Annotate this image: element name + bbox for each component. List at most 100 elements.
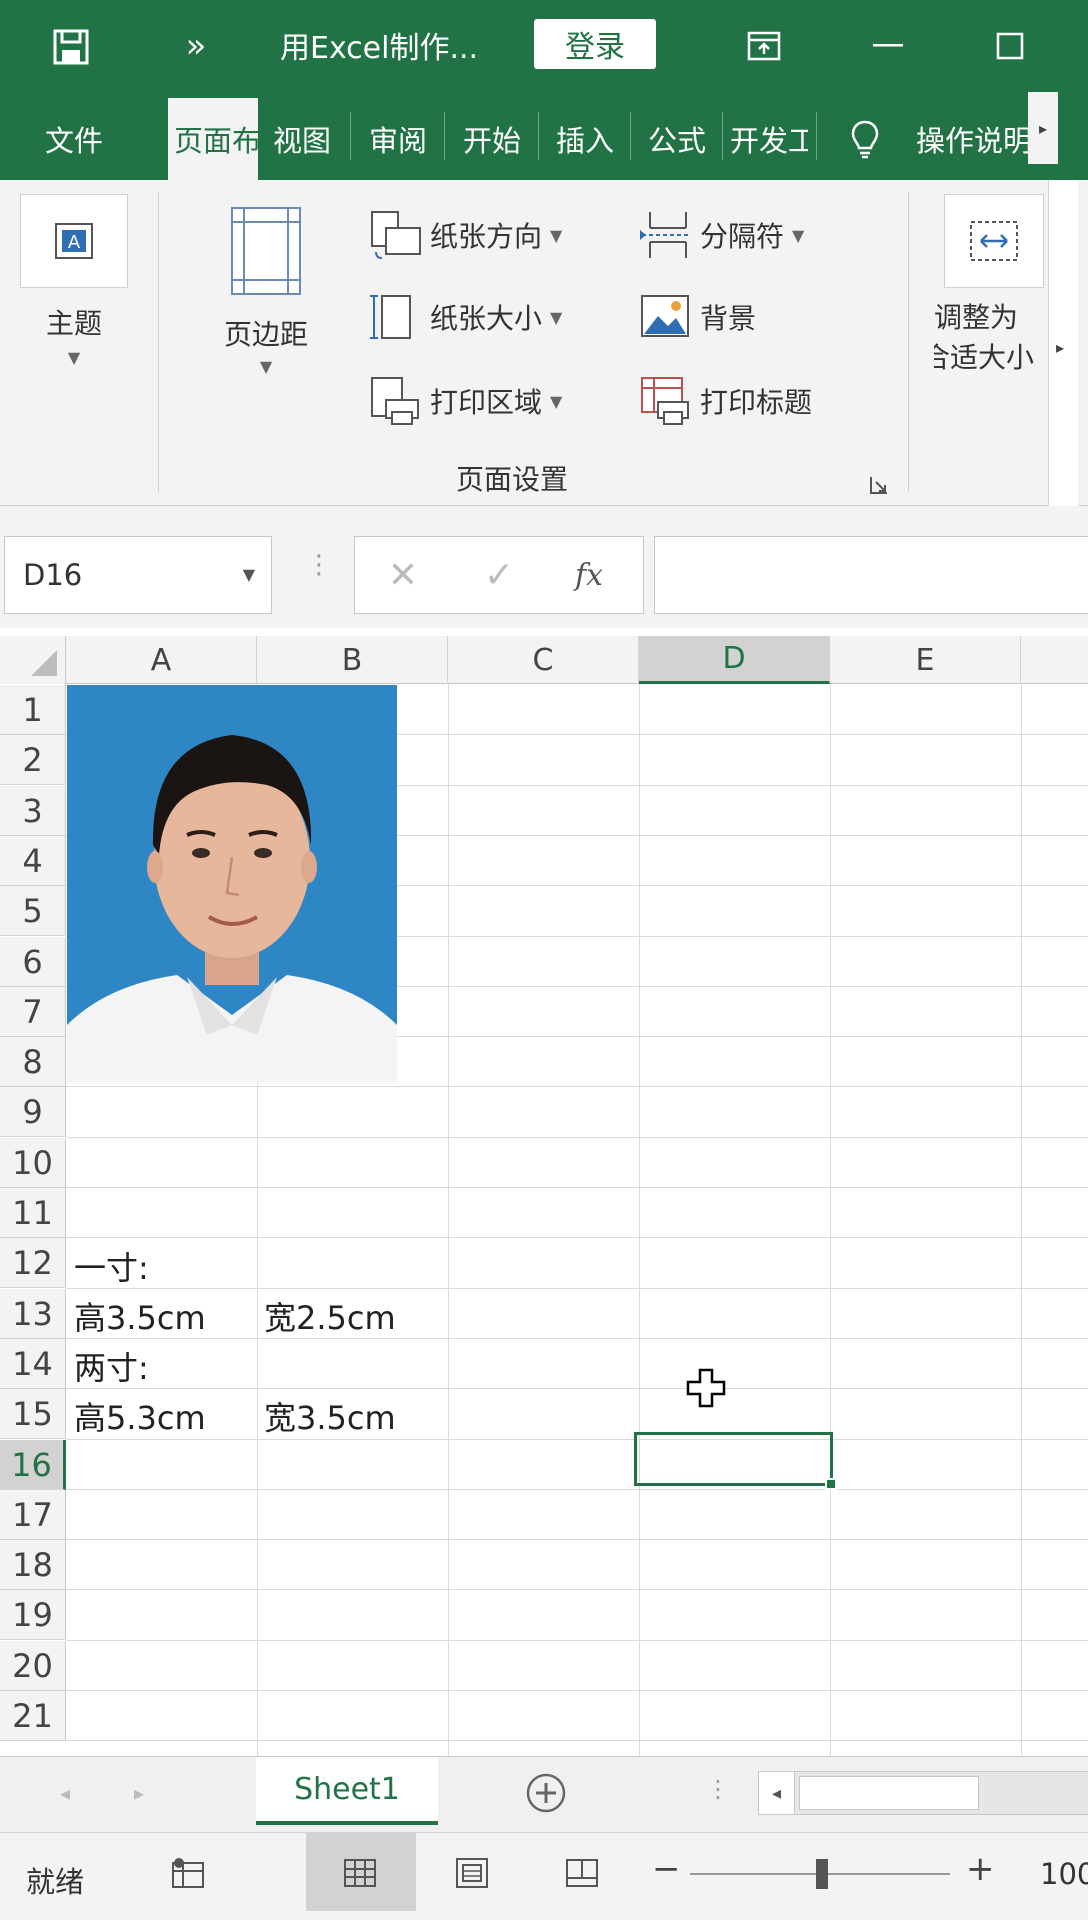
margins-button[interactable]: 页边距 ▼ [208, 206, 324, 386]
status-bar: 就绪 − + 100% [0, 1832, 1088, 1920]
active-cell-d16[interactable] [634, 1432, 833, 1486]
page-break-preview-icon[interactable] [562, 1853, 602, 1893]
maximize-icon[interactable] [990, 26, 1030, 66]
ribbon-scroll-right-icon[interactable]: ▸ [1056, 338, 1064, 357]
tab-tell-me[interactable]: 操作说明 [916, 98, 1028, 180]
zoom-level[interactable]: 100% [1040, 1857, 1088, 1891]
row-header-7[interactable]: 7 [0, 987, 66, 1037]
sheet-tab-sheet1[interactable]: Sheet1 [256, 1757, 438, 1825]
column-header-d[interactable]: D [639, 636, 830, 684]
more-commands-icon[interactable]: » [178, 24, 214, 68]
next-sheet-icon[interactable]: ▸ [134, 1781, 144, 1805]
row-header-12[interactable]: 12 [0, 1238, 66, 1288]
worksheet-grid[interactable]: A B C D E 1 2 3 4 5 6 7 8 9 10 11 12 13 14 15 16 17 18 19 2… [0, 636, 1088, 1756]
column-header-e[interactable]: E [830, 636, 1021, 684]
ribbon-display-options-icon[interactable] [744, 26, 784, 66]
ribbon-tab-bar: 文件 页面布局 视图 审阅 开始 插入 公式 开发工具 操作说明 [0, 90, 1088, 180]
row-gridline [66, 1237, 1088, 1238]
print-area-button[interactable]: 打印区域 ▼ [368, 374, 562, 428]
name-box[interactable]: D16 ▼ [4, 536, 272, 614]
cell-a14[interactable]: 两寸: [74, 1343, 149, 1389]
tab-file[interactable]: 文件 [26, 98, 122, 180]
cell-a13[interactable]: 高3.5cm [74, 1293, 206, 1339]
cancel-icon[interactable]: ✕ [383, 553, 423, 597]
column-header-c[interactable]: C [448, 636, 639, 684]
row-header-6[interactable]: 6 [0, 937, 66, 987]
login-button[interactable]: 登录 [534, 19, 656, 69]
row-header-8[interactable]: 8 [0, 1037, 66, 1087]
horizontal-scrollbar[interactable]: ◂ [758, 1771, 1088, 1815]
zoom-out-button[interactable]: − [652, 1849, 681, 1889]
macro-record-icon[interactable] [168, 1853, 208, 1893]
tab-review[interactable]: 审阅 [356, 98, 440, 180]
themes-button[interactable]: A 主题 ▼ [18, 194, 130, 374]
row-header-10[interactable]: 10 [0, 1138, 66, 1188]
orientation-dropdown-icon: ▼ [550, 225, 563, 245]
cell-b13[interactable]: 宽2.5cm [264, 1293, 396, 1339]
row-header-17[interactable]: 17 [0, 1490, 66, 1540]
id-photo-image[interactable] [67, 685, 397, 1083]
column-header-a[interactable]: A [66, 636, 257, 684]
row-header-11[interactable]: 11 [0, 1188, 66, 1238]
horizontal-scroll-thumb[interactable] [799, 1776, 979, 1810]
normal-view-icon[interactable] [340, 1853, 380, 1893]
row-header-9[interactable]: 9 [0, 1087, 66, 1137]
zoom-slider-thumb[interactable] [816, 1859, 828, 1889]
row-header-20[interactable]: 20 [0, 1641, 66, 1691]
breaks-icon [640, 212, 688, 258]
minimize-icon[interactable] [868, 26, 908, 66]
margins-icon [230, 206, 302, 303]
row-header-2[interactable]: 2 [0, 735, 66, 785]
row-header-4[interactable]: 4 [0, 836, 66, 886]
tab-insert[interactable]: 插入 [544, 98, 626, 180]
ribbon-page-layout: A 主题 ▼ 页边距 ▼ 纸张方向 ▼ 纸张大小 ▼ 打印区域 ▼ 分隔符 ▼ … [0, 180, 1088, 506]
tab-formulas[interactable]: 公式 [636, 98, 718, 180]
row-gridline [66, 1388, 1088, 1389]
row-gridline [66, 1589, 1088, 1590]
tab-page-layout[interactable]: 页面布局 [168, 98, 258, 180]
background-button[interactable]: 背景 [638, 290, 756, 344]
row-header-13[interactable]: 13 [0, 1289, 66, 1339]
cell-b15[interactable]: 宽3.5cm [264, 1393, 396, 1439]
name-box-dropdown-icon[interactable]: ▼ [243, 565, 255, 584]
tab-scroll-right-icon[interactable]: ▸ [1028, 92, 1058, 164]
insert-function-icon[interactable]: fx [569, 553, 609, 597]
save-icon[interactable] [50, 26, 92, 68]
select-all-button[interactable] [0, 636, 66, 684]
tab-home[interactable]: 开始 [450, 98, 534, 180]
sheet-tab-bar: ◂ ▸ Sheet1 ⋮ ◂ [0, 1756, 1088, 1832]
prev-sheet-icon[interactable]: ◂ [60, 1781, 70, 1805]
fill-handle[interactable] [825, 1478, 837, 1490]
add-sheet-icon[interactable] [526, 1773, 566, 1813]
row-gridline [66, 1539, 1088, 1540]
page-layout-view-icon[interactable] [452, 1853, 492, 1893]
lightbulb-icon[interactable] [840, 98, 890, 180]
formula-bar-resize-handle[interactable]: ⋮ [306, 550, 332, 580]
zoom-in-button[interactable]: + [966, 1849, 995, 1889]
breaks-button[interactable]: 分隔符 ▼ [638, 208, 804, 262]
orientation-icon [371, 211, 421, 259]
formula-input[interactable] [654, 536, 1088, 614]
cell-a15[interactable]: 高5.3cm [74, 1393, 206, 1439]
tab-developer[interactable]: 开发工具 [730, 98, 808, 180]
column-header-b[interactable]: B [257, 636, 448, 684]
scroll-left-icon[interactable]: ◂ [759, 1772, 795, 1814]
cell-a12[interactable]: 一寸: [74, 1243, 149, 1289]
row-header-5[interactable]: 5 [0, 886, 66, 936]
orientation-button[interactable]: 纸张方向 ▼ [368, 208, 562, 262]
row-header-16[interactable]: 16 [0, 1440, 66, 1490]
row-header-18[interactable]: 18 [0, 1540, 66, 1590]
row-header-1[interactable]: 1 [0, 685, 66, 735]
tab-view[interactable]: 视图 [262, 98, 342, 180]
tab-split-handle[interactable]: ⋮ [706, 1775, 730, 1803]
row-header-15[interactable]: 15 [0, 1389, 66, 1439]
row-header-21[interactable]: 21 [0, 1691, 66, 1741]
page-setup-launcher-icon[interactable] [868, 474, 890, 496]
enter-icon[interactable]: ✓ [479, 553, 519, 597]
scale-to-fit-button[interactable]: 调整为 合适大小 [934, 194, 1054, 394]
row-header-3[interactable]: 3 [0, 786, 66, 836]
row-header-19[interactable]: 19 [0, 1590, 66, 1640]
print-titles-button[interactable]: 打印标题 [638, 374, 812, 428]
size-button[interactable]: 纸张大小 ▼ [368, 290, 562, 344]
row-header-14[interactable]: 14 [0, 1339, 66, 1389]
